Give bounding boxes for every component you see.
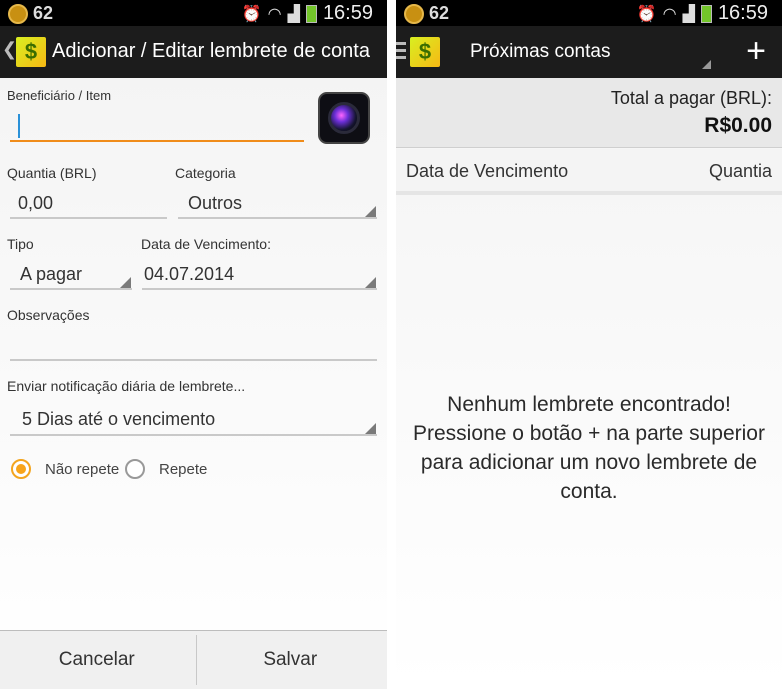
battery-icon (305, 4, 317, 23)
due-date-underline (142, 288, 377, 290)
title-spinner[interactable]: Próximas contas (466, 26, 711, 78)
battery-icon (700, 4, 712, 23)
category-value: Outros (188, 193, 243, 213)
dollar-app-icon[interactable]: $ (410, 37, 440, 67)
due-date-label: Data de Vencimento: (141, 236, 271, 252)
dropdown-arrow-icon (702, 60, 711, 69)
system-icons: ⏰ ◠ ▟ 16:59 (637, 2, 768, 25)
text-cursor (18, 114, 20, 138)
amount-column-header: Quantia (708, 161, 772, 181)
dropdown-arrow-icon (365, 423, 376, 434)
wifi-icon: ◠ (267, 5, 282, 23)
due-date-spinner[interactable]: 04.07.2014 (142, 257, 377, 291)
beneficiary-input[interactable] (10, 108, 304, 144)
action-bar: $ Próximas contas + (396, 26, 782, 78)
save-button[interactable]: Salvar (194, 631, 388, 689)
notification-count: 62 (33, 3, 54, 23)
dollar-app-icon[interactable]: $ (16, 37, 46, 67)
beneficiary-label: Beneficiário / Item (7, 88, 112, 103)
no-repeat-label[interactable]: Não repete (45, 461, 119, 478)
reminder-label: Enviar notificação diária de lembrete... (7, 378, 246, 394)
amount-label: Quantia (BRL) (7, 165, 97, 181)
page-title: Próximas contas (470, 41, 611, 62)
alarm-icon: ⏰ (636, 5, 657, 23)
repeat-label[interactable]: Repete (159, 461, 207, 478)
category-underline (178, 217, 377, 219)
status-bar: 62 ⏰ ◠ ▟ 16:59 (0, 0, 387, 26)
reminder-spinner[interactable]: 5 Dias até o vencimento (10, 401, 377, 437)
upcoming-bills-screen: 62 ⏰ ◠ ▟ 16:59 $ Próximas contas + Total… (396, 0, 782, 689)
due-date-column-header: Data de Vencimento (406, 161, 569, 181)
system-icons: ⏰ ◠ ▟ 16:59 (242, 2, 373, 25)
amount-underline (10, 217, 167, 219)
amount-value: 0,00 (18, 193, 54, 213)
hamburger-icon[interactable] (396, 42, 406, 60)
due-date-value: 04.07.2014 (144, 264, 235, 284)
reminder-value: 5 Dias até o vencimento (22, 409, 216, 429)
notification-icon (404, 3, 424, 24)
alarm-icon: ⏰ (241, 5, 262, 23)
list-header: Data de Vencimento Quantia (396, 149, 782, 195)
notification-count: 62 (429, 3, 450, 23)
cancel-button[interactable]: Cancelar (0, 631, 194, 689)
dropdown-arrow-icon (120, 277, 131, 288)
bottom-button-bar: Cancelar Salvar (0, 630, 387, 689)
type-value: A pagar (20, 264, 83, 284)
wifi-icon: ◠ (662, 5, 677, 23)
category-label: Categoria (175, 165, 236, 181)
camera-lens (328, 102, 360, 134)
notification-icon (8, 3, 28, 24)
signal-icon: ▟ (287, 5, 300, 23)
type-underline (10, 288, 132, 290)
action-bar: ❮ $ Adicionar / Editar lembrete de conta (0, 26, 387, 78)
plus-icon[interactable]: + (746, 34, 766, 68)
beneficiary-underline (10, 140, 304, 142)
signal-icon: ▟ (682, 5, 695, 23)
total-amount: R$0.00 (704, 114, 772, 137)
camera-icon[interactable] (318, 92, 370, 144)
empty-state-message: Nenhum lembrete encontrado! Pressione o … (413, 393, 765, 503)
reminder-underline (10, 434, 377, 436)
page-title: Adicionar / Editar lembrete de conta (52, 40, 370, 62)
total-label: Total a pagar (BRL): (610, 88, 772, 108)
amount-input[interactable]: 0,00 (10, 186, 167, 220)
add-edit-bill-screen: 62 ⏰ ◠ ▟ 16:59 ❮ $ Adicionar / Editar le… (0, 0, 387, 689)
notification-area: 62 (8, 3, 53, 24)
total-summary: Total a pagar (BRL): R$0.00 (396, 78, 782, 148)
notes-label: Observações (7, 307, 90, 323)
clock: 16:59 (717, 2, 768, 24)
back-chevron-icon[interactable]: ❮ (2, 39, 17, 60)
type-spinner[interactable]: A pagar (10, 257, 132, 291)
no-repeat-radio[interactable] (11, 459, 31, 479)
repeat-radio[interactable] (125, 459, 145, 479)
clock: 16:59 (322, 2, 373, 24)
category-spinner[interactable]: Outros (178, 186, 377, 220)
status-bar: 62 ⏰ ◠ ▟ 16:59 (396, 0, 782, 26)
dropdown-arrow-icon (365, 277, 376, 288)
dropdown-arrow-icon (365, 206, 376, 217)
type-label: Tipo (7, 236, 34, 252)
notification-area: 62 (404, 3, 449, 24)
notes-underline (10, 359, 377, 361)
notes-input[interactable] (10, 328, 377, 362)
